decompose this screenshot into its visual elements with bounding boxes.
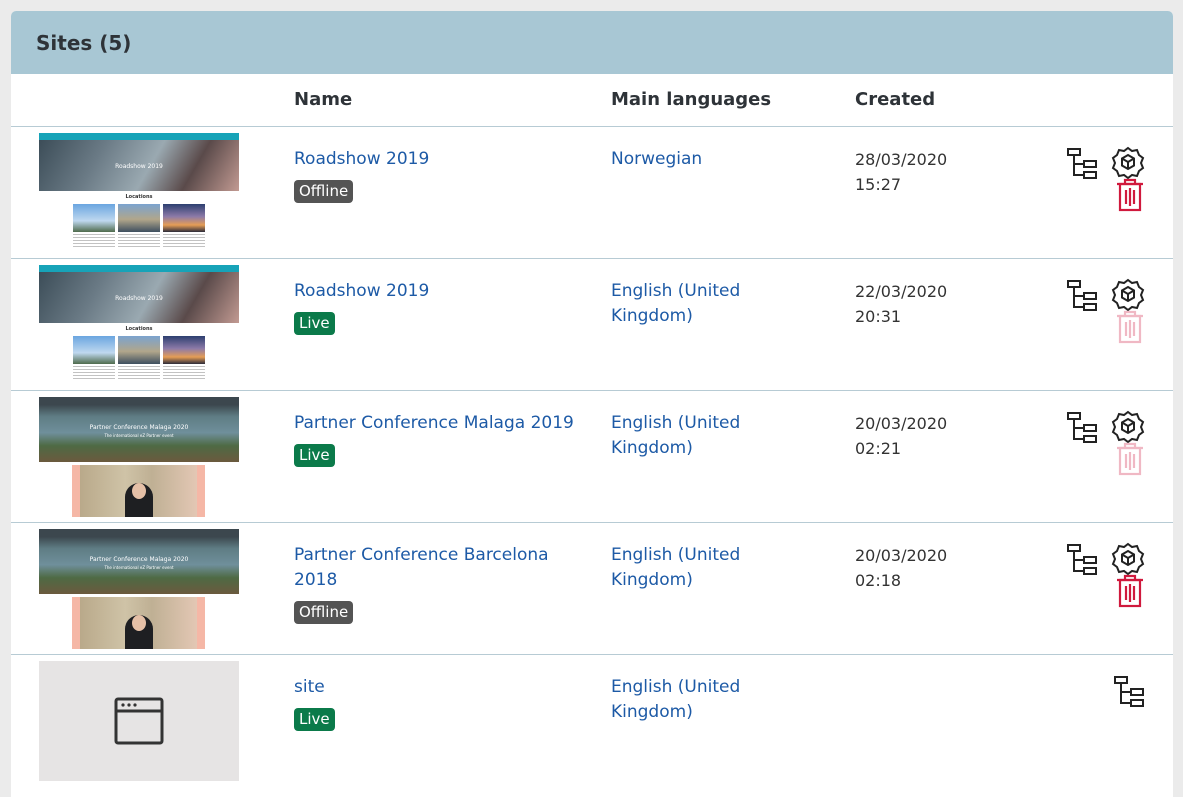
thumb-image [73,336,115,364]
thumb-title: Partner Conference Malaga 2020 [89,556,189,563]
created-time: 02:21 [855,439,902,458]
tree-structure-icon[interactable] [1066,279,1100,313]
row-actions [1066,277,1156,379]
row-actions [1066,409,1156,511]
thumb-title: Roadshow 2019 [115,295,163,302]
row-actions [1066,675,1156,775]
trash-icon [1113,310,1147,344]
site-thumbnail[interactable] [39,661,239,781]
site-thumbnail[interactable]: Partner Conference Malaga 2020 The inter… [39,397,239,517]
thumb-face [132,483,146,499]
gear-icon[interactable] [1111,145,1145,179]
thumb-navbar [39,133,239,140]
site-name-link[interactable]: Partner Conference Barcelona 2018 [294,543,574,593]
trash-icon[interactable] [1113,574,1147,608]
main-language-link[interactable]: Norwegian [611,147,791,172]
tree-structure-icon[interactable] [1066,543,1100,577]
thumb-title: Partner Conference Malaga 2020 [89,424,189,431]
sites-panel: Sites (5) Name Main languages Created Ro… [11,11,1173,797]
thumb-title: Roadshow 2019 [115,163,163,170]
site-thumbnail[interactable]: Partner Conference Malaga 2020 The inter… [39,529,239,649]
browser-window-icon [114,696,164,746]
created-date: 20/03/2020 02:18 [855,543,947,593]
tree-structure-icon[interactable] [1113,675,1147,709]
thumb-text [163,366,205,380]
column-header-name: Name [294,89,353,110]
site-name-cell: Roadshow 2019 Offline [294,147,574,203]
site-thumbnail[interactable]: Roadshow 2019 Locations [39,265,239,385]
created-date: 28/03/2020 15:27 [855,147,947,197]
created-day: 28/03/2020 [855,150,948,169]
column-header-created: Created [855,89,936,110]
site-name-link[interactable]: Roadshow 2019 [294,279,574,304]
created-date: 22/03/2020 20:31 [855,279,947,329]
tree-structure-icon[interactable] [1066,411,1100,445]
thumb-text [118,234,160,248]
site-name-link[interactable]: Roadshow 2019 [294,147,574,172]
table-row: Roadshow 2019 Locations Roadshow 2019 Of… [11,127,1173,259]
table-header: Name Main languages Created [11,74,1173,127]
thumb-text [163,234,205,248]
site-name-link[interactable]: site [294,675,574,700]
site-name-link[interactable]: Partner Conference Malaga 2019 [294,411,574,436]
status-badge: Offline [294,601,354,624]
thumb-image [118,204,160,232]
created-day: 22/03/2020 [855,282,948,301]
table-row: Roadshow 2019 Locations Roadshow 2019 Li… [11,259,1173,391]
site-name-cell: site Live [294,675,574,731]
gear-icon[interactable] [1111,409,1145,443]
site-name-cell: Partner Conference Barcelona 2018 Offlin… [294,543,574,624]
table-row: Partner Conference Malaga 2020 The inter… [11,523,1173,655]
column-header-languages: Main languages [611,89,772,110]
thumb-image [163,336,205,364]
thumb-subtitle: The international eZ Partner event [104,433,174,438]
thumb-section-title: Locations [125,194,153,200]
thumb-section-title: Locations [125,326,153,332]
trash-icon[interactable] [1113,178,1147,212]
gear-icon[interactable] [1111,541,1145,575]
status-badge: Offline [294,180,354,203]
main-language-link[interactable]: English (United Kingdom) [611,675,791,725]
thumb-image [73,204,115,232]
row-actions [1066,541,1156,643]
table-row: site Live English (United Kingdom) [11,655,1173,786]
thumb-face [132,615,146,631]
site-name-cell: Roadshow 2019 Live [294,279,574,335]
trash-icon [1113,442,1147,476]
thumb-image [163,204,205,232]
site-thumbnail[interactable]: Roadshow 2019 Locations [39,133,239,253]
created-day: 20/03/2020 [855,414,948,433]
main-language-link[interactable]: English (United Kingdom) [611,543,791,593]
created-time: 20:31 [855,307,902,326]
panel-title: Sites (5) [11,11,1173,74]
main-language-link[interactable]: English (United Kingdom) [611,279,791,329]
site-name-cell: Partner Conference Malaga 2019 Live [294,411,574,467]
status-badge: Live [294,312,335,335]
thumb-navbar [39,265,239,272]
status-badge: Live [294,708,335,731]
row-actions [1066,145,1156,247]
thumb-text [73,366,115,380]
status-badge: Live [294,444,335,467]
thumb-text [73,234,115,248]
thumb-image [118,336,160,364]
thumb-subtitle: The international eZ Partner event [104,565,174,570]
main-language-link[interactable]: English (United Kingdom) [611,411,791,461]
created-day: 20/03/2020 [855,546,948,565]
thumb-text [118,366,160,380]
created-time: 15:27 [855,175,902,194]
gear-icon[interactable] [1111,277,1145,311]
tree-structure-icon[interactable] [1066,147,1100,181]
created-time: 02:18 [855,571,902,590]
table-row: Partner Conference Malaga 2020 The inter… [11,391,1173,523]
created-date: 20/03/2020 02:21 [855,411,947,461]
